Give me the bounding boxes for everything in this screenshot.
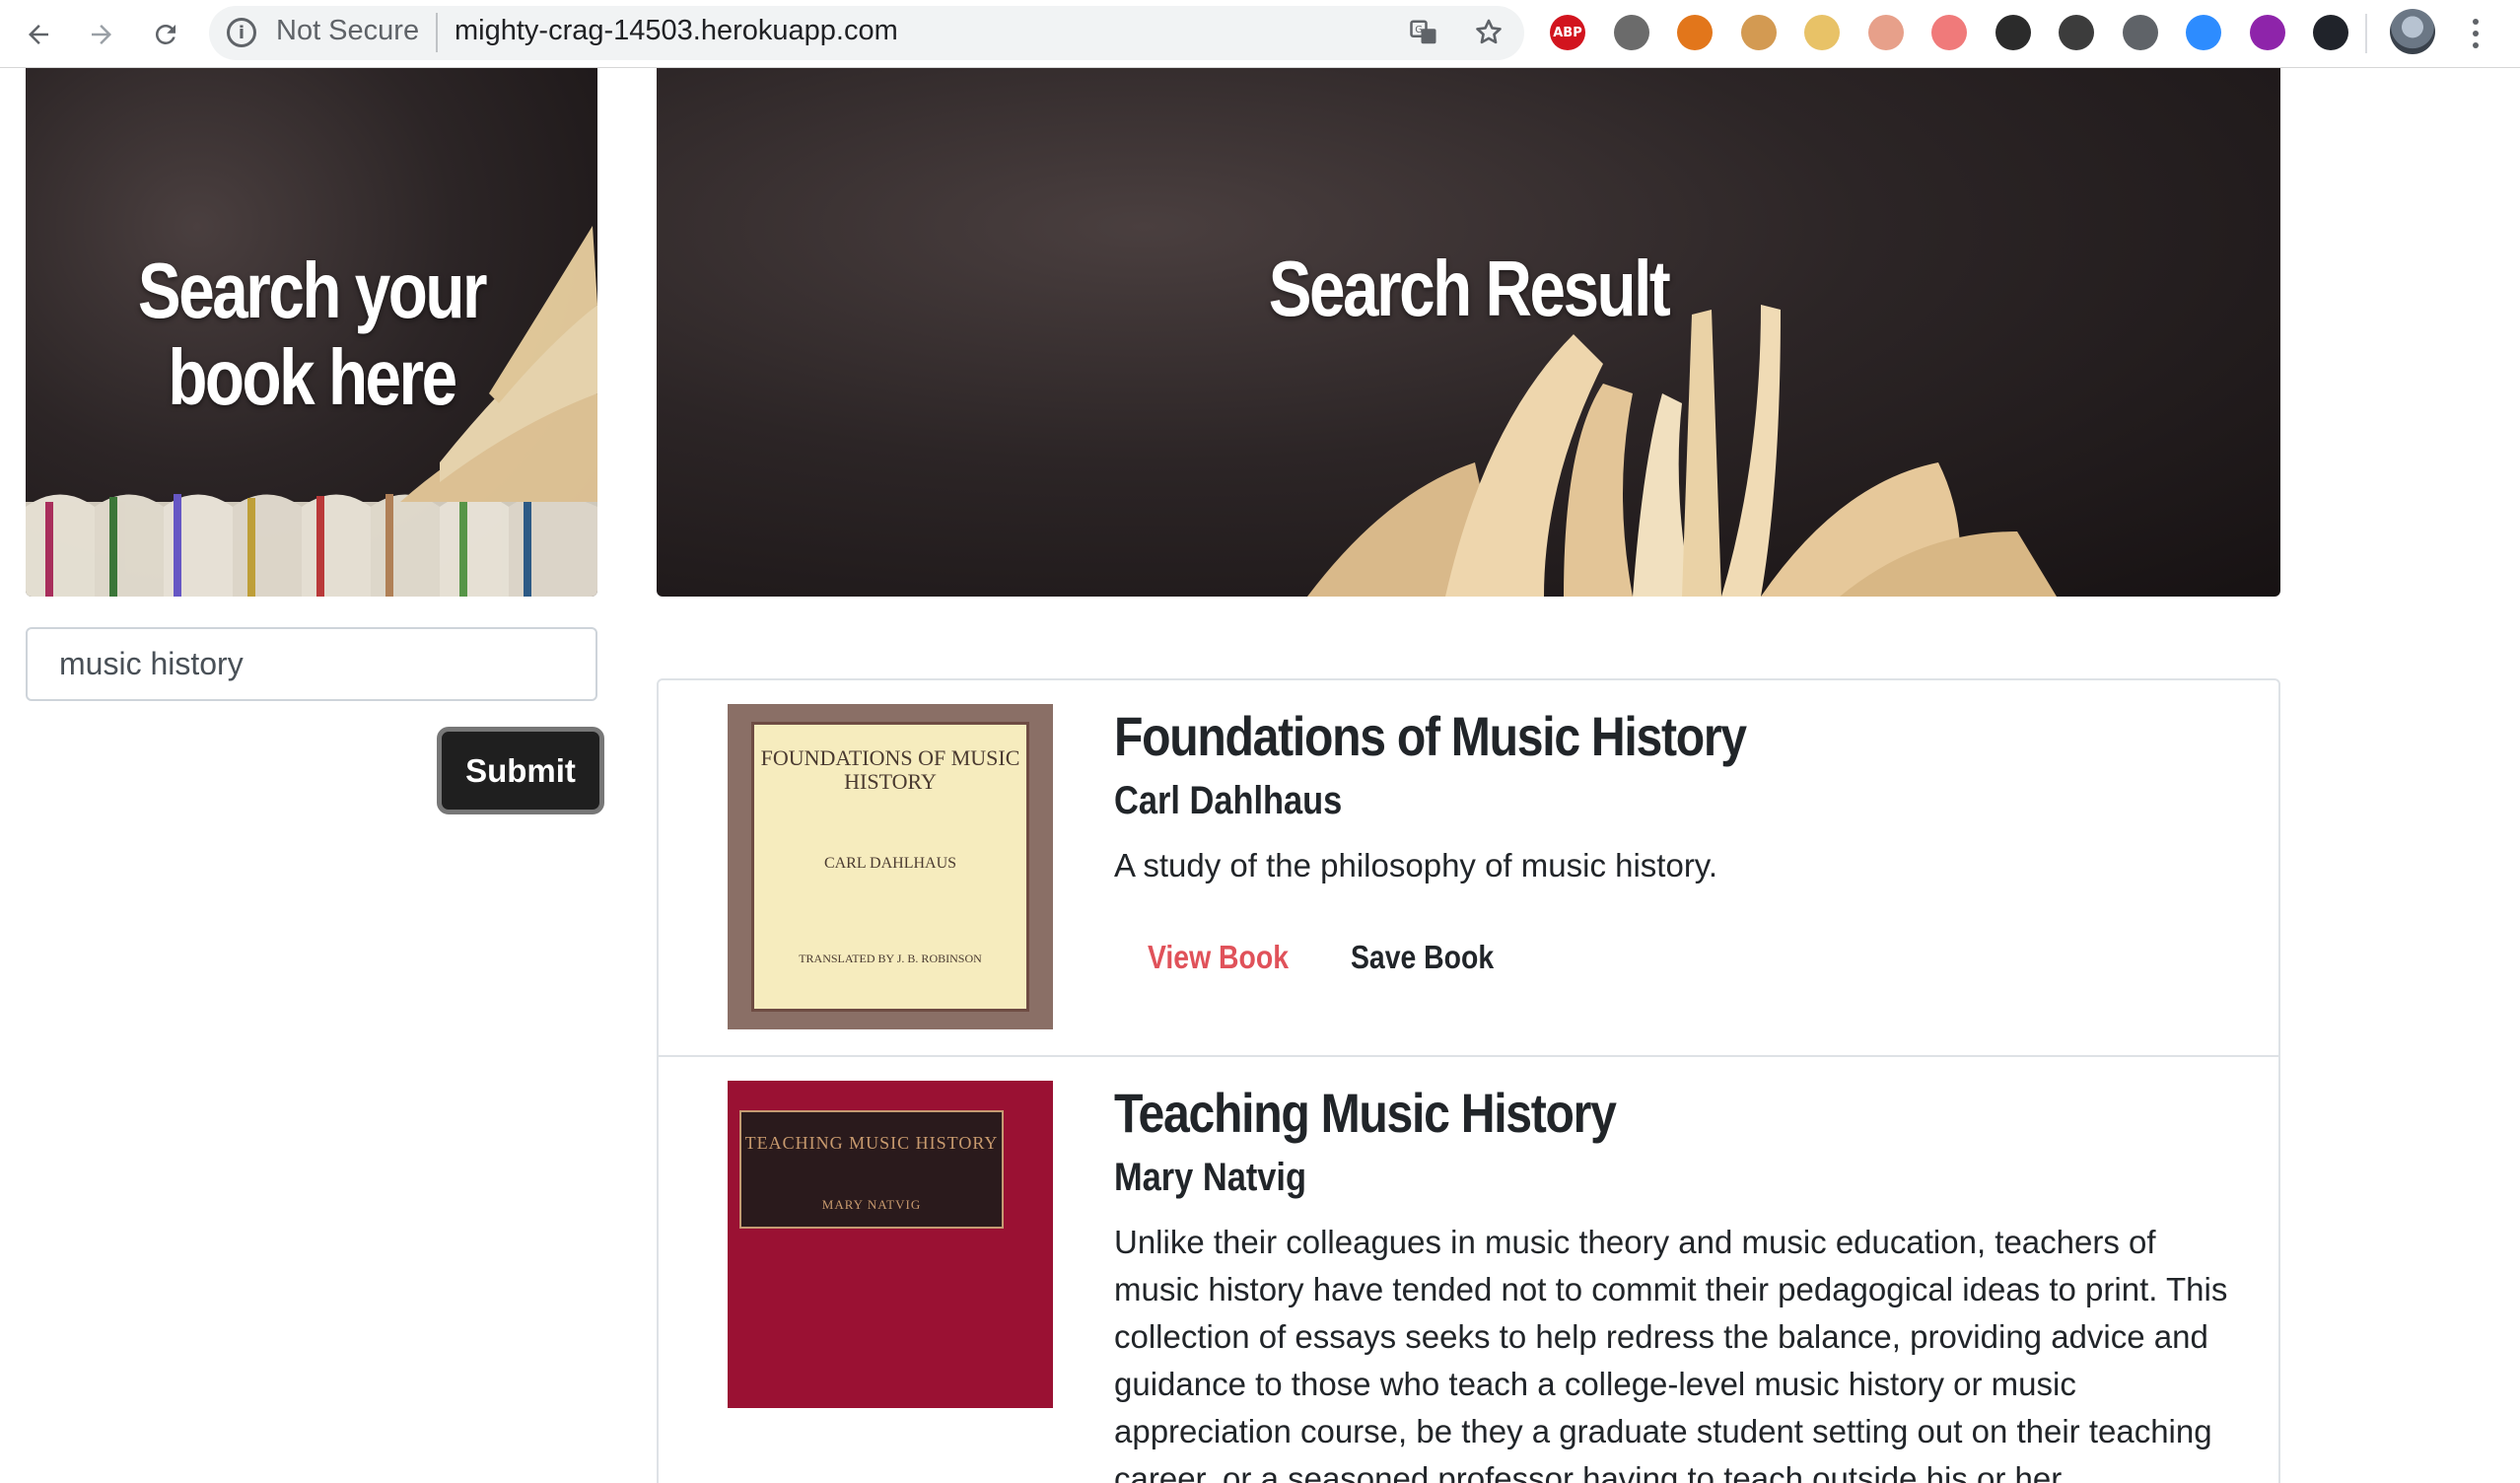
search-hero-title-line2: book here bbox=[168, 333, 457, 421]
book-title: Foundations of Music History bbox=[1114, 705, 1747, 767]
lightbulb-icon[interactable] bbox=[1804, 15, 1840, 50]
code-icon[interactable] bbox=[2122, 15, 2158, 50]
address-divider bbox=[436, 13, 438, 52]
metamask-icon[interactable] bbox=[1677, 15, 1713, 50]
purple-extension-icon[interactable] bbox=[2249, 15, 2285, 50]
cover-author-text: MARY NATVIG bbox=[821, 1197, 922, 1212]
book-description: Unlike their colleagues in music theory … bbox=[1114, 1224, 2228, 1483]
book-cover-image: TEACHING MUSIC HISTORY MARY NATVIG bbox=[728, 1081, 1053, 1408]
browser-toolbar: i Not Secure mighty-crag-14503.herokuapp… bbox=[0, 0, 2520, 68]
translate-icon[interactable]: G bbox=[1406, 15, 1441, 50]
result-item: TEACHING MUSIC HISTORY MARY NATVIG Teach… bbox=[659, 1055, 2278, 1483]
cover-title-text: FOUNDATIONS OF MUSIC HISTORY bbox=[760, 745, 1020, 794]
profile-avatar[interactable] bbox=[2390, 9, 2435, 54]
security-label[interactable]: Not Secure bbox=[276, 15, 419, 47]
submit-button[interactable]: Submit bbox=[437, 727, 604, 814]
cover-translator-text: TRANSLATED BY J. B. ROBINSON bbox=[799, 952, 982, 965]
zoom-icon[interactable] bbox=[2186, 15, 2221, 50]
react-devtools-icon[interactable] bbox=[2313, 15, 2348, 50]
results-hero-banner: Search Result bbox=[657, 68, 2280, 597]
eyedropper-icon[interactable] bbox=[1995, 15, 2031, 50]
book-cover-image: FOUNDATIONS OF MUSIC HISTORY CARL DAHLHA… bbox=[728, 704, 1053, 1029]
back-arrow-icon[interactable] bbox=[14, 10, 63, 59]
search-hero-title: Search your book here bbox=[77, 247, 546, 421]
results-list: FOUNDATIONS OF MUSIC HISTORY CARL DAHLHA… bbox=[657, 678, 2280, 1483]
search-input[interactable] bbox=[26, 627, 597, 701]
save-book-button[interactable]: Save Book bbox=[1351, 939, 1494, 976]
search-hero-banner: Search your book here bbox=[26, 68, 597, 597]
forward-arrow-icon[interactable] bbox=[77, 10, 126, 59]
search-hero-title-line1: Search your bbox=[137, 247, 488, 334]
bookmark-star-icon[interactable] bbox=[1471, 15, 1506, 50]
cover-title-text: TEACHING MUSIC HISTORY bbox=[744, 1133, 999, 1153]
open-book-illustration bbox=[1307, 305, 2057, 597]
info-icon[interactable]: i bbox=[227, 18, 256, 47]
cover-author-text: CARL DAHLHAUS bbox=[823, 855, 957, 872]
url-text[interactable]: mighty-crag-14503.herokuapp.com bbox=[455, 15, 898, 47]
result-item: FOUNDATIONS OF MUSIC HISTORY CARL DAHLHA… bbox=[659, 680, 2278, 1057]
reload-icon[interactable] bbox=[141, 10, 190, 59]
toolbar-divider bbox=[2365, 14, 2367, 53]
cookie-icon[interactable] bbox=[1740, 15, 1777, 50]
view-book-button[interactable]: View Book bbox=[1148, 939, 1289, 976]
record-icon[interactable] bbox=[1931, 15, 1967, 50]
book-description: A study of the philosophy of music histo… bbox=[1114, 847, 1718, 883]
brain-icon[interactable] bbox=[1867, 15, 1904, 50]
book-author: Mary Natvig bbox=[1114, 1156, 1307, 1199]
circle-extension-icon[interactable] bbox=[1613, 15, 1649, 50]
book-title: Teaching Music History bbox=[1114, 1082, 1617, 1144]
adblock-plus-icon[interactable]: ABP bbox=[1550, 15, 1585, 50]
results-hero-title: Search Result bbox=[1268, 245, 1671, 332]
book-author: Carl Dahlhaus bbox=[1114, 779, 1343, 822]
screenshot-icon[interactable] bbox=[2059, 15, 2094, 50]
svg-text:G: G bbox=[1415, 25, 1423, 35]
browser-menu-icon[interactable] bbox=[2461, 12, 2490, 55]
